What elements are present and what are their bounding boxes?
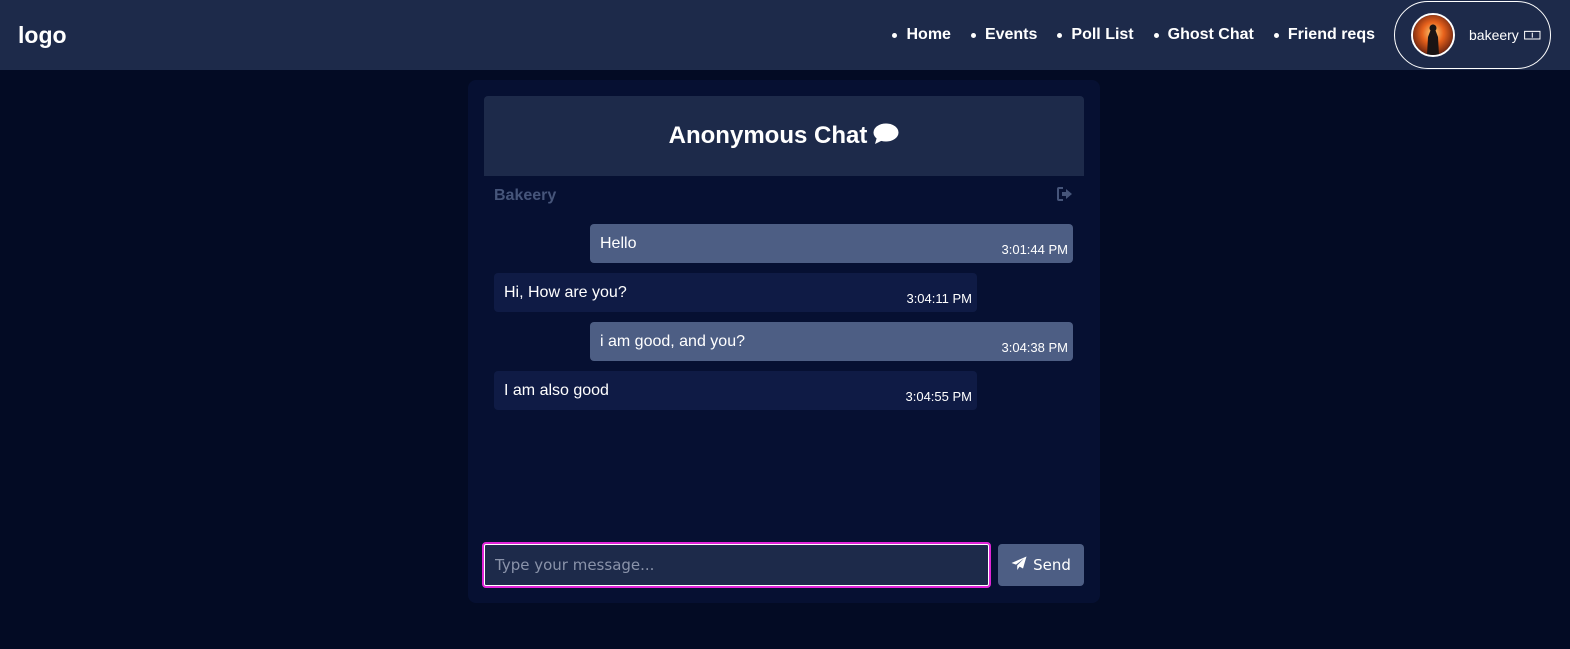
profile-username: bakeery 🀱 [1469,26,1542,43]
main-nav: Home Events Poll List Ghost Chat Friend … [892,0,1375,70]
message-sent: i am good, and you? 3:04:38 PM [590,322,1073,361]
message-time: 3:04:11 PM [906,291,972,306]
chat-header: Anonymous Chat [484,96,1084,176]
top-navbar: logo Home Events Poll List Ghost Chat Fr… [0,0,1570,70]
nav-item-label: Home [906,26,951,43]
paper-plane-icon [1011,556,1027,575]
send-button[interactable]: Send [998,544,1084,586]
chat-title: Anonymous Chat [668,122,868,149]
bullet-icon [970,32,976,38]
message-received: I am also good 3:04:55 PM [494,371,977,410]
nav-item-label: Events [984,26,1038,43]
message-time: 3:04:55 PM [905,389,973,404]
nav-item-label: Friend reqs [1287,26,1375,43]
nav-item-home[interactable]: Home [892,26,951,44]
message-text: i am good, and you? [600,333,745,350]
nav-item-label: Ghost Chat [1167,26,1254,43]
bullet-icon [892,32,898,38]
message-time: 3:01:44 PM [1001,242,1069,257]
message-text: Hi, How are you? [504,284,627,301]
avatar [1411,13,1455,57]
message-input[interactable] [482,542,991,588]
nav-item-events[interactable]: Events [970,26,1038,44]
bullet-icon [1057,32,1063,38]
nav-item-poll-list[interactable]: Poll List [1057,26,1134,44]
send-button-label: Send [1033,556,1071,574]
bullet-icon [1153,32,1159,38]
message-time: 3:04:38 PM [1001,340,1069,355]
nav-item-friend-reqs[interactable]: Friend reqs [1273,26,1375,44]
nav-item-label: Poll List [1071,26,1134,43]
message-received: Hi, How are you? 3:04:11 PM [494,273,977,312]
chat-peer-name: Bakeery [494,187,557,204]
message-sent: Hello 3:01:44 PM [590,224,1073,263]
message-text: Hello [600,235,637,252]
profile-button[interactable]: bakeery 🀱 [1394,1,1551,69]
bullet-icon [1273,32,1279,38]
chat-panel: Anonymous Chat Bakeery Hello 3:01:44 PM … [468,80,1100,603]
comment-icon [873,123,899,150]
logo[interactable]: logo [18,22,67,49]
sign-out-icon[interactable] [1057,187,1073,206]
nav-item-ghost-chat[interactable]: Ghost Chat [1153,26,1254,44]
message-text: I am also good [504,382,609,399]
